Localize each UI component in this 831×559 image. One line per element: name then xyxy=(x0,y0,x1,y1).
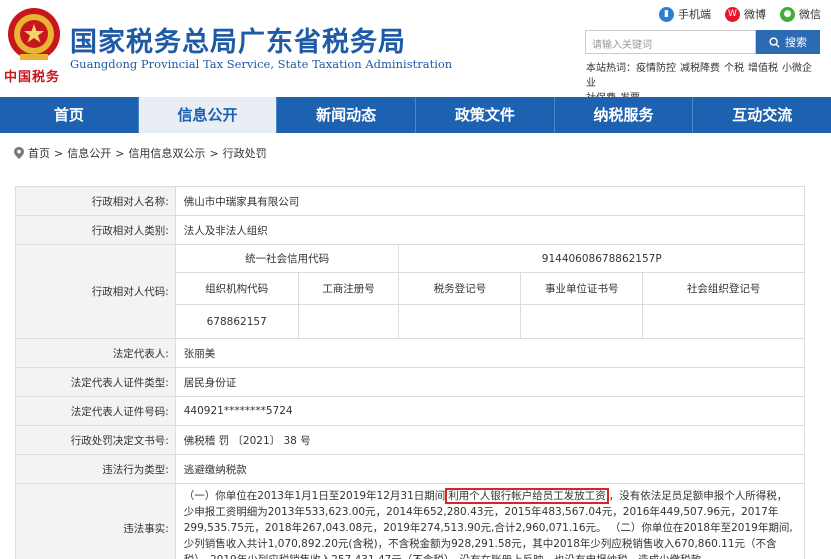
top-links: ▮ 手机端 W 微博 ● 微信 xyxy=(659,6,821,22)
credit-code-value: 91440608678862157P xyxy=(398,244,805,273)
nav-interaction[interactable]: 互动交流 xyxy=(693,97,831,133)
site-header: 中国税务 国家税务总局广东省税务局 Guangdong Provincial T… xyxy=(0,0,831,104)
tax-reg-header: 税务登记号 xyxy=(398,272,522,305)
legal-rep-label: 法定代表人: xyxy=(15,338,176,368)
mobile-link-label: 手机端 xyxy=(678,8,711,21)
breadcrumb-info-disclosure[interactable]: 信息公开 xyxy=(67,145,111,161)
id-no-label: 法定代表人证件号码: xyxy=(15,396,176,426)
site-title: 国家税务总局广东省税务局 xyxy=(70,27,406,58)
search-icon xyxy=(769,36,780,48)
site-subtitle: Guangdong Provincial Tax Service, State … xyxy=(70,57,453,71)
hotword[interactable]: 减税降费 xyxy=(680,63,720,74)
hotwords-label: 本站热词： xyxy=(586,63,636,74)
search-button[interactable]: 搜索 xyxy=(756,30,820,54)
id-type-label: 法定代表人证件类型: xyxy=(15,367,176,397)
id-no-value: 440921********5724 xyxy=(174,396,806,426)
wechat-link[interactable]: ● 微信 xyxy=(780,6,821,22)
hotword[interactable]: 疫情防控 xyxy=(636,63,676,74)
hotword[interactable]: 增值税 xyxy=(748,63,778,74)
table-row: 法定代表人证件类型: 居民身份证 xyxy=(15,367,806,397)
business-reg-value xyxy=(297,304,400,339)
location-pin-icon xyxy=(14,147,24,159)
decision-label: 行政处罚决定文书号: xyxy=(15,425,176,455)
tax-emblem-icon xyxy=(8,8,60,60)
nav-news[interactable]: 新闻动态 xyxy=(277,97,417,133)
category-value: 法人及非法人组织 xyxy=(174,215,806,245)
nav-policy[interactable]: 政策文件 xyxy=(416,97,555,133)
main-nav: 首页 信息公开 新闻动态 政策文件 纳税服务 互动交流 xyxy=(0,97,831,133)
id-type-value: 居民身份证 xyxy=(174,367,806,397)
facts-part1-prefix: （一）你单位在2013年1月1日至2019年12月31日期间 xyxy=(183,490,446,502)
institution-cert-value xyxy=(520,304,644,339)
wechat-icon: ● xyxy=(780,6,795,22)
table-row: 违法事实: （一）你单位在2013年1月1日至2019年12月31日期间 利用个人… xyxy=(15,483,806,559)
table-row: 法定代表人: 张丽美 xyxy=(15,338,806,368)
breadcrumb-separator: > xyxy=(209,146,219,160)
mobile-icon: ▮ xyxy=(659,6,674,22)
nav-home[interactable]: 首页 xyxy=(0,97,139,133)
category-label: 行政相对人类别: xyxy=(15,215,176,245)
org-code-header: 组织机构代码 xyxy=(174,272,299,305)
weibo-icon: W xyxy=(725,6,740,22)
slogan-logo: 中国税务 xyxy=(4,70,61,85)
penalty-record-table: 行政相对人名称: 佛山市中瑞家具有限公司 行政相对人类别: 法人及非法人组织 行… xyxy=(15,186,806,559)
business-reg-header: 工商注册号 xyxy=(297,272,400,305)
breadcrumb-home[interactable]: 首页 xyxy=(28,145,50,161)
breadcrumb-separator: > xyxy=(115,146,125,160)
table-row: 行政处罚决定文书号: 佛税稽 罚 〔2021〕 38 号 xyxy=(15,425,806,455)
table-row: 行政相对人名称: 佛山市中瑞家具有限公司 xyxy=(15,186,806,216)
institution-cert-header: 事业单位证书号 xyxy=(520,272,644,305)
org-code-value: 678862157 xyxy=(174,304,299,339)
table-row: 行政相对人类别: 法人及非法人组织 xyxy=(15,215,806,245)
table-row: 法定代表人证件号码: 440921********5724 xyxy=(15,396,806,426)
violation-type-value: 逃避缴纳税款 xyxy=(174,454,806,484)
violation-type-label: 违法行为类型: xyxy=(15,454,176,484)
facts-value: （一）你单位在2013年1月1日至2019年12月31日期间 利用个人银行帐户给员… xyxy=(174,483,806,559)
weibo-link-label: 微博 xyxy=(744,8,766,21)
breadcrumb-penalty[interactable]: 行政处罚 xyxy=(223,145,267,161)
wechat-link-label: 微信 xyxy=(799,8,821,21)
social-org-header: 社会组织登记号 xyxy=(642,272,805,305)
name-label: 行政相对人名称: xyxy=(15,186,176,216)
table-row: 行政相对人代码: 统一社会信用代码 91440608678862157P xyxy=(15,244,805,339)
facts-label: 违法事实: xyxy=(15,483,176,559)
name-value: 佛山市中瑞家具有限公司 xyxy=(174,186,806,216)
search-input[interactable]: 请输入关键词 xyxy=(585,30,756,54)
social-org-value xyxy=(642,304,805,339)
legal-rep-value: 张丽美 xyxy=(174,338,806,368)
nav-tax-service[interactable]: 纳税服务 xyxy=(555,97,694,133)
facts-highlight: 利用个人银行帐户给员工发放工资 xyxy=(445,488,609,504)
weibo-link[interactable]: W 微博 xyxy=(725,6,766,22)
credit-code-header: 统一社会信用代码 xyxy=(174,244,400,273)
breadcrumb: 首页 > 信息公开 > 信用信息双公示 > 行政处罚 xyxy=(14,145,267,161)
tax-reg-value xyxy=(398,304,522,339)
mobile-link[interactable]: ▮ 手机端 xyxy=(659,6,711,22)
decision-value: 佛税稽 罚 〔2021〕 38 号 xyxy=(174,425,806,455)
nav-info-disclosure[interactable]: 信息公开 xyxy=(138,97,278,133)
table-row: 违法行为类型: 逃避缴纳税款 xyxy=(15,454,806,484)
breadcrumb-credit-info[interactable]: 信用信息双公示 xyxy=(128,145,205,161)
search-button-label: 搜索 xyxy=(785,37,807,49)
page: 中国税务 国家税务总局广东省税务局 Guangdong Provincial T… xyxy=(0,0,831,559)
breadcrumb-separator: > xyxy=(54,146,64,160)
hotword[interactable]: 个税 xyxy=(724,63,744,74)
code-label: 行政相对人代码: xyxy=(15,244,176,339)
